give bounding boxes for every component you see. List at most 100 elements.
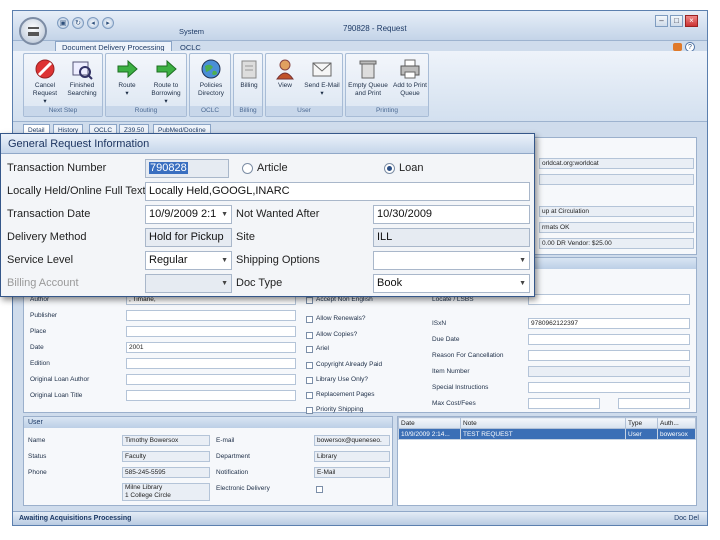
- ariel-checkbox[interactable]: [306, 346, 313, 353]
- article-radio[interactable]: [242, 163, 253, 174]
- title-bar: ▣ ↻ ◂ ▸ System 790828 - Request – □ × ?: [13, 11, 707, 52]
- notes-col-date[interactable]: Date: [398, 417, 461, 429]
- allow-renewals-checkbox[interactable]: [306, 316, 313, 323]
- loan-radio-label: Loan: [399, 162, 424, 174]
- route-to-borrowing-button[interactable]: Route to Borrowing ▾: [148, 58, 184, 106]
- service-level-select[interactable]: Regular ▼: [145, 251, 232, 270]
- general-request-header: General Request Information: [1, 134, 534, 154]
- notes-col-note[interactable]: Note: [460, 417, 626, 429]
- empty-queue-and-print-button[interactable]: Empty Queue and Print: [348, 58, 388, 98]
- reason-for-cancellation-field[interactable]: [528, 350, 690, 361]
- shipping-options-label: Shipping Options: [236, 254, 320, 266]
- status-text: Awaiting Acquisitions Processing: [19, 515, 132, 522]
- forward-icon[interactable]: ▸: [102, 17, 114, 29]
- policies-directory-button[interactable]: Policies Directory: [193, 58, 229, 98]
- user-status-field: Faculty: [122, 451, 210, 462]
- billing-button[interactable]: Billing: [231, 58, 267, 90]
- chevron-down-icon[interactable]: ▼: [519, 275, 526, 292]
- send-email-button[interactable]: Send E-Mail ▾: [304, 58, 340, 98]
- place-field[interactable]: [126, 326, 296, 337]
- due-date-field[interactable]: [528, 334, 690, 345]
- finished-searching-button[interactable]: Finished Searching: [64, 58, 100, 98]
- refresh-icon[interactable]: ↻: [72, 17, 84, 29]
- finished-searching-icon: [71, 58, 93, 80]
- article-radio-label: Article: [257, 162, 288, 174]
- back-icon[interactable]: ◂: [87, 17, 99, 29]
- special-instructions-field[interactable]: [528, 382, 690, 393]
- full-text-label: Locally Held/Online Full Text: [7, 185, 146, 197]
- original-loan-title-label: Original Loan Title: [30, 392, 83, 399]
- edition-field[interactable]: [126, 358, 296, 369]
- notes-col-type[interactable]: Type: [625, 417, 658, 429]
- application-menu-icon[interactable]: [19, 17, 47, 45]
- not-wanted-after-label: Not Wanted After: [236, 208, 320, 220]
- max-cost-field[interactable]: [528, 398, 600, 409]
- billing-icon: [238, 58, 260, 80]
- chevron-down-icon[interactable]: ▼: [221, 275, 228, 292]
- notes-col-author[interactable]: Auth...: [657, 417, 696, 429]
- priority-shipping-checkbox[interactable]: [306, 407, 313, 414]
- route-button[interactable]: Route ▾: [109, 58, 145, 98]
- library-use-only-checkbox[interactable]: [306, 377, 313, 384]
- edition-label: Edition: [30, 360, 50, 367]
- background-field: 0.00 DR Vendor: $25.00: [539, 238, 694, 249]
- isxn-field[interactable]: 9780962122397: [528, 318, 690, 329]
- ribbon-group-next-step: Cancel Request ▾ Finished Searching Next …: [23, 53, 103, 117]
- user-icon: [274, 58, 296, 80]
- publisher-label: Publisher: [30, 312, 58, 319]
- maximize-icon[interactable]: □: [670, 15, 683, 27]
- doc-type-label: Doc Type: [236, 277, 283, 289]
- background-field: [539, 174, 694, 185]
- system-label: System: [179, 27, 205, 36]
- ribbon-group-user: View Send E-Mail ▾ User: [265, 53, 343, 117]
- close-icon[interactable]: ×: [685, 15, 698, 27]
- isxn-label: ISxN: [432, 320, 447, 327]
- globe-icon: [200, 58, 222, 80]
- route-arrow-icon: [116, 58, 138, 80]
- loan-radio[interactable]: [384, 163, 395, 174]
- table-row[interactable]: 10/9/2009 2:14... TEST REQUEST User bowe…: [398, 428, 696, 440]
- minimize-icon[interactable]: –: [655, 15, 668, 27]
- chevron-down-icon[interactable]: ▼: [221, 252, 228, 269]
- window-title: 790828 - Request: [343, 24, 407, 33]
- chevron-down-icon[interactable]: ▼: [221, 206, 228, 223]
- transaction-date-label: Transaction Date: [7, 208, 91, 220]
- general-request-information-panel: General Request Information Transaction …: [0, 133, 535, 297]
- original-loan-title-field[interactable]: [126, 390, 296, 401]
- accept-non-english-checkbox[interactable]: [306, 297, 313, 304]
- view-user-button[interactable]: View: [267, 58, 303, 90]
- date-field[interactable]: 2001: [126, 342, 296, 353]
- ribbon-group-oclc: Policies Directory OCLC: [189, 53, 231, 117]
- transaction-number-field[interactable]: 790828: [145, 159, 229, 178]
- user-phone-field: 585-245-5595: [122, 467, 210, 478]
- email-icon: [311, 58, 333, 80]
- ribbon-group-billing: Billing Billing: [233, 53, 263, 117]
- transaction-date-picker[interactable]: 10/9/2009 2:1 ▼: [145, 205, 232, 224]
- user-department-field: Library: [314, 451, 390, 462]
- copyright-already-paid-checkbox[interactable]: [306, 362, 313, 369]
- original-loan-author-field[interactable]: [126, 374, 296, 385]
- alert-icon[interactable]: [673, 43, 682, 51]
- author-label: Author: [30, 296, 50, 303]
- item-number-field[interactable]: [528, 366, 690, 377]
- add-to-print-queue-button[interactable]: Add to Print Queue: [390, 58, 430, 98]
- user-address-field: Milne Library 1 College Circle: [122, 483, 210, 501]
- cancel-request-button[interactable]: Cancel Request ▾: [27, 58, 63, 106]
- background-field: orldcat.org:worldcat: [539, 158, 694, 169]
- full-text-field[interactable]: Locally Held,GOOGL,INARC: [145, 182, 530, 201]
- allow-copies-checkbox[interactable]: [306, 332, 313, 339]
- billing-account-select[interactable]: ▼: [145, 274, 232, 293]
- background-field: up at Circulation: [539, 206, 694, 217]
- doc-type-select[interactable]: Book ▼: [373, 274, 530, 293]
- shipping-options-select[interactable]: ▼: [373, 251, 530, 270]
- status-doc-del: Doc Del: [674, 515, 699, 522]
- electronic-delivery-checkbox[interactable]: [316, 486, 323, 493]
- chevron-down-icon[interactable]: ▼: [519, 252, 526, 269]
- not-wanted-after-field[interactable]: 10/30/2009: [373, 205, 530, 224]
- publisher-field[interactable]: [126, 310, 296, 321]
- save-icon[interactable]: ▣: [57, 17, 69, 29]
- date-label: Date: [30, 344, 44, 351]
- locate-field[interactable]: [528, 294, 690, 305]
- replacement-pages-checkbox[interactable]: [306, 392, 313, 399]
- fees-field[interactable]: [618, 398, 690, 409]
